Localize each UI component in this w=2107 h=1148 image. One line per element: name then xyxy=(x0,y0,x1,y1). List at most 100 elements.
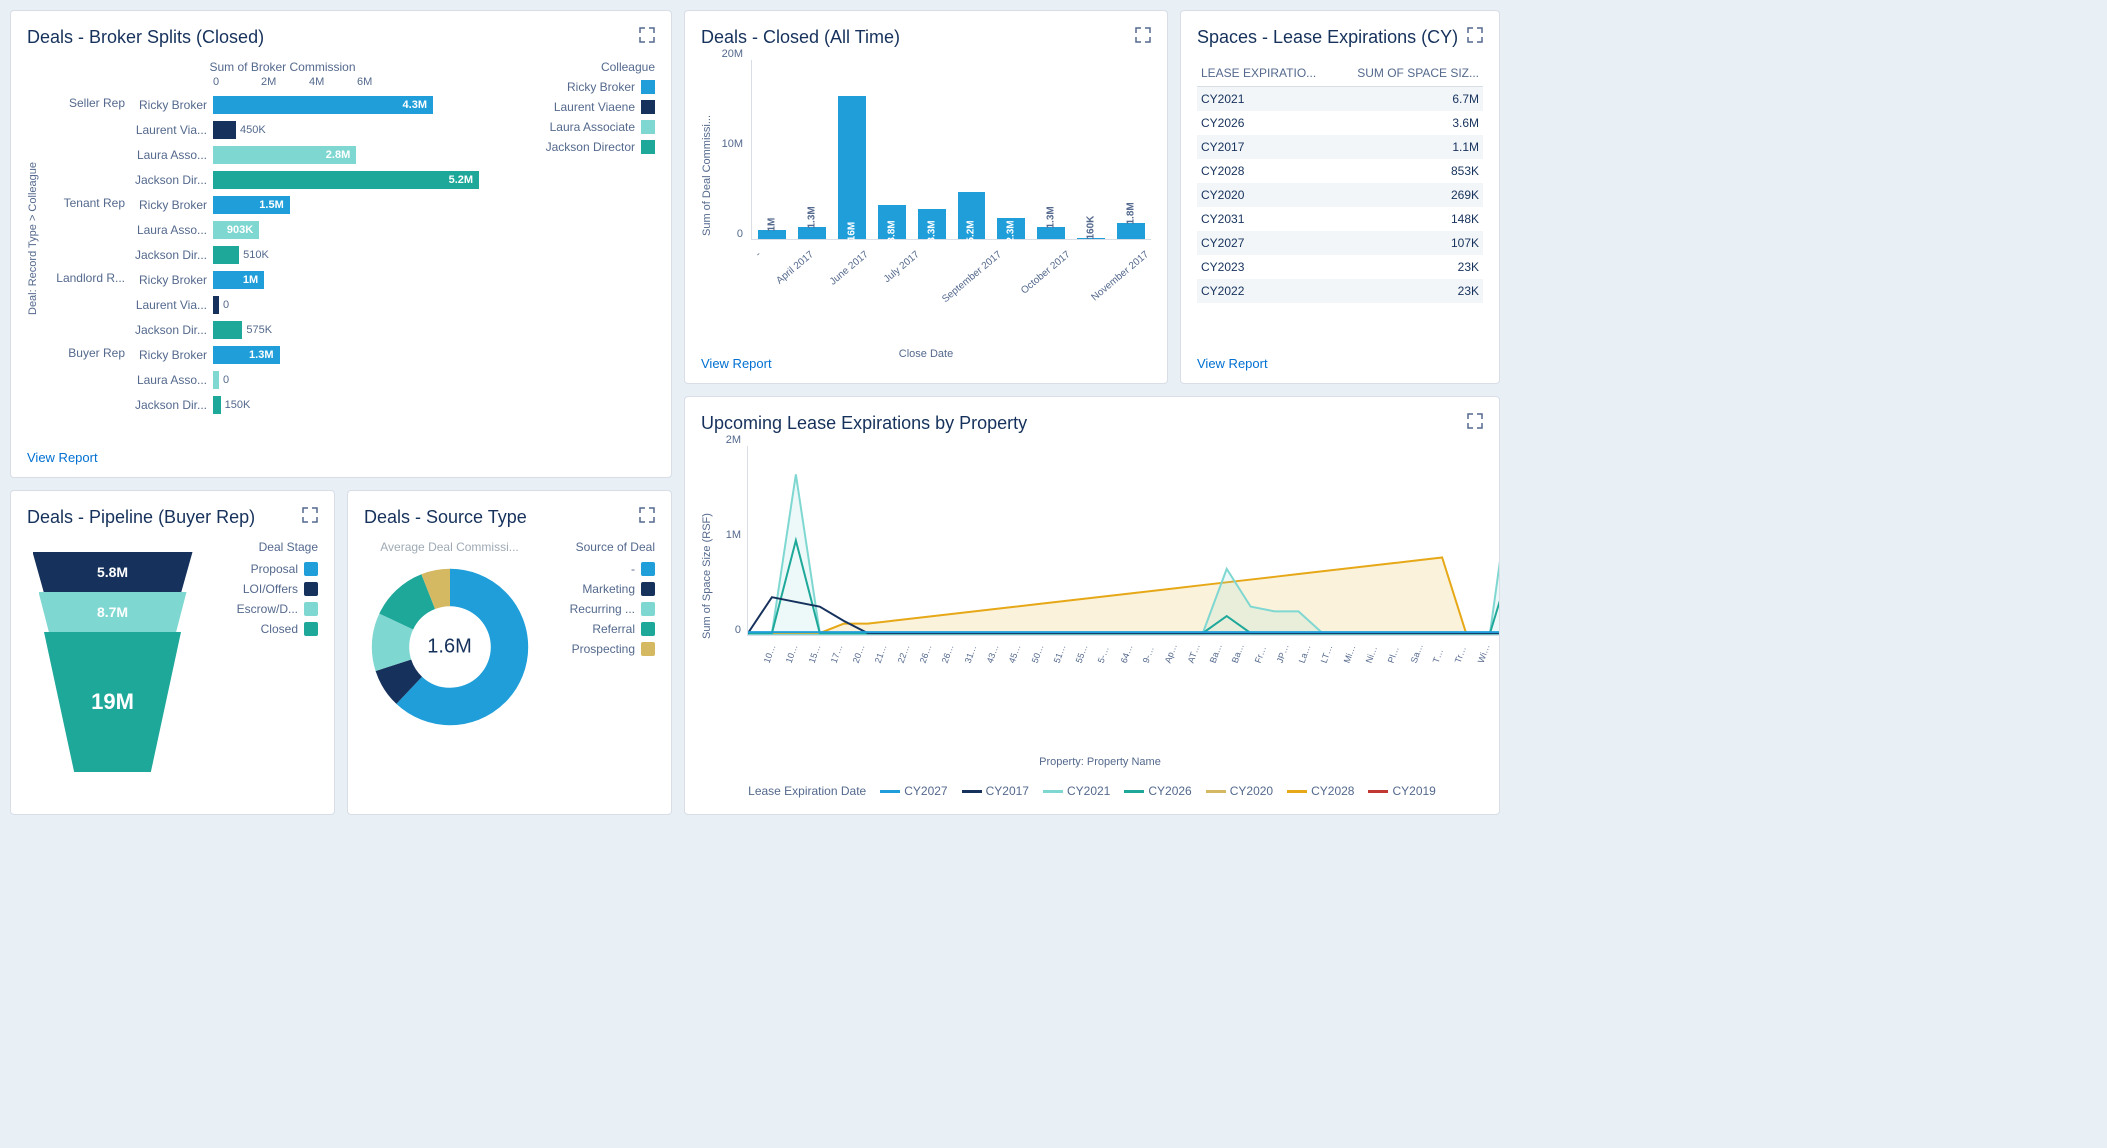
legend-item[interactable]: Closed xyxy=(198,622,318,636)
bar[interactable]: 1.3M xyxy=(1037,227,1065,239)
legend: Colleague Ricky Broker Laurent Viaene Laur… xyxy=(520,60,655,417)
bar[interactable] xyxy=(213,321,242,339)
legend-label: Lease Expiration Date xyxy=(748,784,866,798)
card-pipeline: Deals - Pipeline (Buyer Rep) 5.8M 8.7M 1… xyxy=(10,490,335,815)
legend-item[interactable]: Prospecting xyxy=(535,642,655,656)
legend-item[interactable]: Ricky Broker xyxy=(532,80,655,94)
y-ticks: 010M20M xyxy=(717,60,747,240)
view-report-link[interactable]: View Report xyxy=(701,356,772,371)
legend-title: Colleague xyxy=(532,60,655,74)
legend-item[interactable]: Escrow/D... xyxy=(198,602,318,616)
bar[interactable]: 5.2M xyxy=(958,192,986,239)
row-name: Jackson Dir... xyxy=(133,173,213,187)
lease-table: LEASE EXPIRATIO... SUM OF SPACE SIZ... C… xyxy=(1197,60,1483,303)
table-row[interactable]: CY202223K xyxy=(1197,279,1483,303)
row-name: Jackson Dir... xyxy=(133,323,213,337)
bar[interactable]: 4.3M xyxy=(213,96,433,114)
bar[interactable]: 5.2M xyxy=(213,171,479,189)
table-row[interactable]: CY2028853K xyxy=(1197,159,1483,183)
bar[interactable]: 16M xyxy=(838,96,866,239)
y-axis-label: Deal: Record Type > Colleague xyxy=(27,60,39,417)
legend-item[interactable]: CY2017 xyxy=(962,784,1029,798)
group-label: Buyer Rep xyxy=(45,346,125,360)
legend-item[interactable]: CY2026 xyxy=(1124,784,1191,798)
x-labels: 1001-1035 Lincol...100 Congress Ave.150 … xyxy=(747,640,1483,650)
legend-item[interactable]: CY2019 xyxy=(1368,784,1435,798)
bar[interactable]: 1.3M xyxy=(798,227,826,239)
expand-icon[interactable] xyxy=(302,507,318,523)
bar[interactable] xyxy=(213,371,219,389)
card-upcoming-lease: Upcoming Lease Expirations by Property S… xyxy=(684,396,1500,815)
funnel-segment[interactable]: 8.7M xyxy=(39,592,187,632)
table-row[interactable]: CY20216.7M xyxy=(1197,87,1483,112)
legend-item[interactable]: Jackson Director xyxy=(532,140,655,154)
table-row[interactable]: CY2031148K xyxy=(1197,207,1483,231)
bar[interactable]: 1.3M xyxy=(213,346,280,364)
bar-row: Jackson Dir...510K xyxy=(45,242,520,267)
row-name: Ricky Broker xyxy=(133,198,213,212)
bar[interactable]: 1.8M xyxy=(1117,223,1145,239)
col-header[interactable]: SUM OF SPACE SIZ... xyxy=(1336,60,1483,87)
table-row[interactable]: CY20171.1M xyxy=(1197,135,1483,159)
bar[interactable]: 160K xyxy=(1077,238,1105,239)
legend-item[interactable]: Marketing xyxy=(535,582,655,596)
legend-item[interactable]: Recurring ... xyxy=(535,602,655,616)
funnel-segment[interactable]: 5.8M xyxy=(33,552,193,592)
legend-item[interactable]: CY2020 xyxy=(1206,784,1273,798)
row-name: Ricky Broker xyxy=(133,348,213,362)
funnel-chart: 5.8M 8.7M 19M xyxy=(27,552,198,772)
bar[interactable] xyxy=(213,296,219,314)
bar-row: Laurent Via...0 xyxy=(45,292,520,317)
legend-item[interactable]: Proposal xyxy=(198,562,318,576)
legend: Deal Stage ProposalLOI/OffersEscrow/D...… xyxy=(198,540,318,772)
group-label: Seller Rep xyxy=(45,96,125,110)
expand-icon[interactable] xyxy=(639,507,655,523)
bar-row: Laura Asso...2.8M xyxy=(45,142,520,167)
expand-icon[interactable] xyxy=(1135,27,1151,43)
y-axis-label: Sum of Deal Commissi... xyxy=(701,60,713,290)
funnel-segment[interactable]: 19M xyxy=(44,632,181,772)
table-row[interactable]: CY2027107K xyxy=(1197,231,1483,255)
expand-icon[interactable] xyxy=(639,27,655,43)
bar[interactable]: 2.3M xyxy=(997,218,1025,239)
bar[interactable]: 1M xyxy=(758,230,786,239)
legend-item[interactable]: CY2028 xyxy=(1287,784,1354,798)
card-title: Deals - Closed (All Time) xyxy=(701,27,1151,48)
legend-item[interactable]: - xyxy=(535,562,655,576)
x-labels: -April 2017June 2017July 2017September 2… xyxy=(751,244,1151,255)
legend-item[interactable]: Referral xyxy=(535,622,655,636)
legend-item[interactable]: CY2027 xyxy=(880,784,947,798)
legend-item[interactable]: Laurent Viaene xyxy=(532,100,655,114)
row-name: Laura Asso... xyxy=(133,373,213,387)
table-row[interactable]: CY202323K xyxy=(1197,255,1483,279)
bar-row: Jackson Dir...575K xyxy=(45,317,520,342)
legend-item[interactable]: LOI/Offers xyxy=(198,582,318,596)
donut-center-value: 1.6M xyxy=(427,636,471,659)
bar[interactable]: 3.3M xyxy=(918,209,946,239)
table-row[interactable]: CY2020269K xyxy=(1197,183,1483,207)
expand-icon[interactable] xyxy=(1467,413,1483,429)
bar[interactable]: 2.8M xyxy=(213,146,356,164)
bar[interactable] xyxy=(213,396,221,414)
table-row[interactable]: CY20263.6M xyxy=(1197,111,1483,135)
bar[interactable]: 1.5M xyxy=(213,196,290,214)
card-source-type: Deals - Source Type Average Deal Commiss… xyxy=(347,490,672,815)
col-header[interactable]: LEASE EXPIRATIO... xyxy=(1197,60,1336,87)
legend-item[interactable]: CY2021 xyxy=(1043,784,1110,798)
row-name: Laurent Via... xyxy=(133,298,213,312)
x-axis-title: Property: Property Name xyxy=(717,756,1483,768)
bar[interactable] xyxy=(213,121,236,139)
legend-title: Source of Deal xyxy=(535,540,655,554)
expand-icon[interactable] xyxy=(1467,27,1483,43)
x-axis-ticks: 02M4M6M xyxy=(213,76,520,88)
bar[interactable]: 1M xyxy=(213,271,264,289)
legend: Lease Expiration Date CY2027 CY2017 CY2021… xyxy=(701,784,1483,798)
view-report-link[interactable]: View Report xyxy=(1197,356,1268,371)
legend-item[interactable]: Laura Associate xyxy=(532,120,655,134)
bar[interactable]: 3.8M xyxy=(878,205,906,239)
view-report-link[interactable]: View Report xyxy=(27,450,98,465)
row-name: Jackson Dir... xyxy=(133,248,213,262)
bar[interactable] xyxy=(213,246,239,264)
bar[interactable]: 903K xyxy=(213,221,259,239)
bar-row: Jackson Dir...150K xyxy=(45,392,520,417)
